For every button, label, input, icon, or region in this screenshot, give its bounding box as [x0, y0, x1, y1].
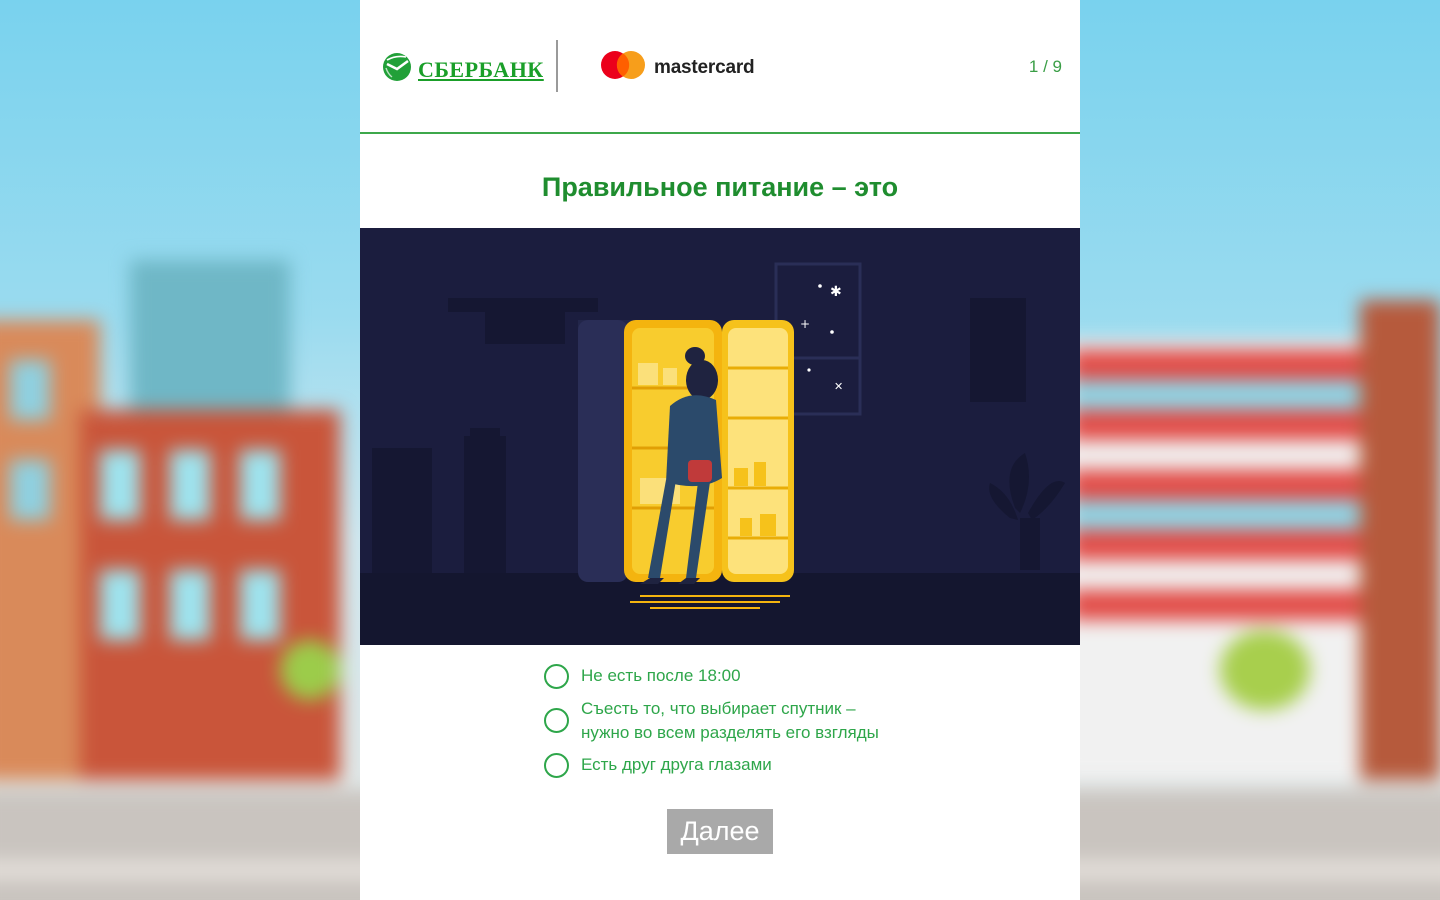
answer-text: Съесть то, что выбирает спутник – нужно …: [581, 699, 879, 742]
question-title: Правильное питание – это: [541, 172, 899, 202]
mastercard-icon: [600, 50, 646, 85]
next-button[interactable]: Далее: [667, 809, 773, 854]
svg-text:✕: ✕: [834, 380, 843, 393]
answer-option-1[interactable]: Не есть после 18:00: [544, 664, 879, 689]
answer-option-2[interactable]: Съесть то, что выбирает спутник – нужно …: [544, 697, 879, 745]
answer-text: Есть друг друга глазами: [581, 755, 772, 774]
sberbank-logo[interactable]: СБЕРБАНК: [382, 52, 544, 87]
mastercard-wordmark: mastercard: [654, 56, 755, 78]
question-counter: 1 / 9: [1028, 57, 1062, 76]
illustration-fridge-night: ✱ + ✕: [360, 228, 1080, 645]
quiz-card: СБЕРБАНК mastercard 1 / 9 Правильное пит…: [360, 0, 1080, 900]
header: СБЕРБАНК mastercard 1 / 9: [360, 0, 1080, 134]
radio-button[interactable]: [544, 753, 569, 778]
radio-button[interactable]: [544, 708, 569, 733]
mastercard-logo[interactable]: mastercard: [600, 50, 755, 85]
sberbank-icon: [382, 52, 412, 87]
radio-button[interactable]: [544, 664, 569, 689]
svg-text:+: +: [800, 317, 810, 331]
answer-option-3[interactable]: Есть друг друга глазами: [544, 753, 879, 778]
answer-options: Не есть после 18:00 Съесть то, что выбир…: [544, 664, 879, 786]
svg-text:✱: ✱: [830, 284, 842, 300]
answer-text: Не есть после 18:00: [581, 666, 741, 685]
logo-divider: [556, 40, 558, 92]
sberbank-wordmark: СБЕРБАНК: [418, 56, 544, 82]
